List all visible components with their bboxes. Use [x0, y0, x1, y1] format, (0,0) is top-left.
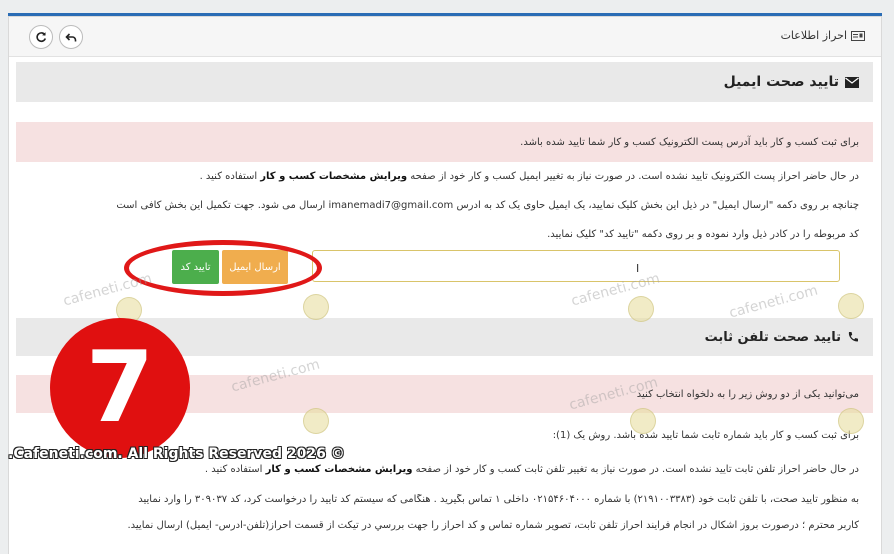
verification-code-input[interactable]	[312, 250, 840, 282]
highlight-circle	[124, 240, 322, 296]
refresh-button[interactable]	[29, 25, 53, 49]
undo-arrow-icon	[65, 33, 77, 42]
watermark-logo-icon	[303, 294, 329, 320]
email-alert: برای ثبت کسب و کار باید آدرس پست الکترون…	[16, 122, 873, 162]
edit-business-link[interactable]: ویرایش مشخصات کسب و کار	[260, 171, 407, 182]
id-card-icon	[851, 30, 865, 41]
text-cursor-icon: I	[636, 262, 640, 275]
watermark-logo-icon	[838, 293, 864, 319]
step-number: 7	[85, 331, 155, 445]
phone-status-suffix: استفاده کنید .	[204, 464, 266, 475]
email-section-heading: تایید صحت ایمیل	[16, 62, 873, 102]
watermark-logo-icon	[630, 408, 656, 434]
screen: احراز اطلاعات تایید صحت ایمیل برای ثبت ک…	[0, 0, 894, 554]
phone-ticket-note-text: کاربر محترم ؛ درصورت بروز اشکال در انجام…	[127, 520, 859, 531]
phone-method-one-text: برای ثبت کسب و کار باید شماره ثابت شما ت…	[552, 430, 859, 441]
panel-title: احراز اطلاعات	[781, 29, 865, 42]
phone-call-instructions-text: به منظور تایید صحت، با تلفن ثابت خود (۲۱…	[138, 494, 859, 505]
watermark-logo-icon	[628, 296, 654, 322]
email-address: imanemadi7@gmail.com	[328, 200, 454, 211]
back-button[interactable]	[59, 25, 83, 49]
panel-header: احراز اطلاعات	[9, 17, 881, 57]
email-instructions-text: چنانچه بر روی دکمه "ارسال ایمیل" در ذیل …	[453, 200, 859, 211]
phone-status-text: در حال حاضر احراز تلفن ثابت تایید نشده ا…	[412, 464, 859, 475]
envelope-icon	[845, 76, 859, 88]
email-status-suffix: استفاده کنید .	[199, 171, 261, 182]
step-number-badge: 7	[50, 318, 190, 458]
phone-ticket-note: کاربر محترم ؛ درصورت بروز اشکال در انجام…	[16, 520, 873, 531]
phone-call-instructions: به منظور تایید صحت، با تلفن ثابت خود (۲۱…	[16, 494, 873, 505]
phone-icon	[848, 332, 858, 342]
email-instructions-line: چنانچه بر روی دکمه "ارسال ایمیل" در ذیل …	[16, 200, 873, 211]
email-code-instructions: کد مربوطه را در کادر ذیل وارد نموده و بر…	[16, 229, 873, 240]
email-code-instructions-text: کد مربوطه را در کادر ذیل وارد نموده و بر…	[547, 229, 859, 240]
email-section-title: تایید صحت ایمیل	[723, 74, 839, 90]
panel-title-text: احراز اطلاعات	[780, 29, 847, 42]
email-instructions-suffix: ارسال می شود. جهت تکمیل این بخش کافی است	[116, 200, 329, 211]
copyright-overlay: .Cafeneti.com. All Rights Reserved 2026 …	[8, 446, 345, 462]
phone-alert-text: می‌توانید یکی از دو روش زیر را به دلخواه…	[636, 388, 859, 400]
watermark-logo-icon	[838, 408, 864, 434]
edit-business-link-phone[interactable]: ویرایش مشخصات کسب و کار	[266, 464, 413, 475]
email-status-line: در حال حاضر احراز پست الکترونیک تایید نش…	[16, 171, 873, 182]
watermark-logo-icon	[303, 408, 329, 434]
email-status-text: در حال حاضر احراز پست الکترونیک تایید نش…	[407, 171, 859, 182]
email-alert-text: برای ثبت کسب و کار باید آدرس پست الکترون…	[520, 136, 859, 148]
phone-status-line: در حال حاضر احراز تلفن ثابت تایید نشده ا…	[16, 464, 873, 475]
phone-section-title: تایید صحت تلفن ثابت	[704, 329, 841, 345]
refresh-icon	[36, 32, 47, 43]
